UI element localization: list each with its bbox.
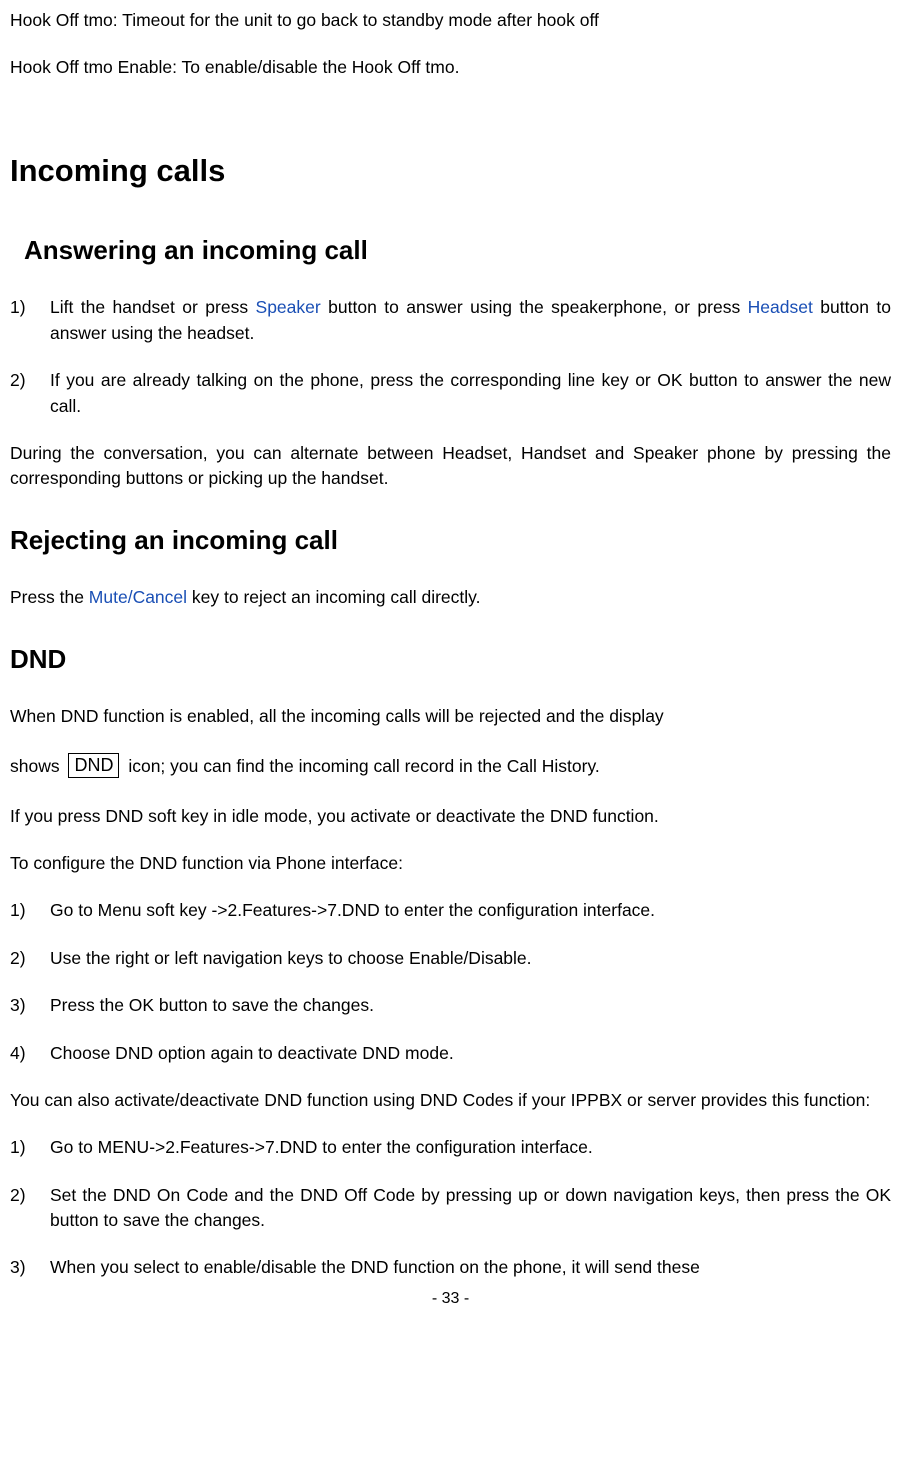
- answering-item-2: 2) If you are already talking on the pho…: [10, 368, 891, 419]
- list-number: 2): [10, 946, 50, 971]
- dnd-para-3: To configure the DND function via Phone …: [10, 851, 891, 876]
- list-text: Choose DND option again to deactivate DN…: [50, 1041, 891, 1066]
- dnd-codes-item-1: 1) Go to MENU->2.Features->7.DND to ente…: [10, 1135, 891, 1160]
- dnd-para-1a: When DND function is enabled, all the in…: [10, 704, 891, 729]
- dnd-codes-item-2: 2) Set the DND On Code and the DND Off C…: [10, 1183, 891, 1234]
- rejecting-para: Press the Mute/Cancel key to reject an i…: [10, 585, 891, 610]
- dnd-config-item-3: 3) Press the OK button to save the chang…: [10, 993, 891, 1018]
- heading-rejecting: Rejecting an incoming call: [10, 522, 891, 560]
- list-number: 1): [10, 295, 50, 346]
- dnd-config-item-2: 2) Use the right or left navigation keys…: [10, 946, 891, 971]
- list-number: 2): [10, 368, 50, 419]
- list-number: 1): [10, 1135, 50, 1160]
- list-text: If you are already talking on the phone,…: [50, 368, 891, 419]
- list-text: When you select to enable/disable the DN…: [50, 1255, 891, 1280]
- text-fragment: Press the: [10, 587, 89, 607]
- text-fragment: shows: [10, 756, 64, 776]
- list-number: 3): [10, 1255, 50, 1280]
- list-text: Go to MENU->2.Features->7.DND to enter t…: [50, 1135, 891, 1160]
- dnd-para-1b: shows DND icon; you can find the incomin…: [10, 754, 891, 780]
- answering-para: During the conversation, you can alterna…: [10, 441, 891, 492]
- dnd-para-2: If you press DND soft key in idle mode, …: [10, 804, 891, 829]
- headset-link[interactable]: Headset: [748, 297, 813, 317]
- page-number: - 33 -: [10, 1287, 891, 1310]
- text-fragment: Lift the handset or press: [50, 297, 256, 317]
- text-fragment: button to answer using the speakerphone,…: [321, 297, 748, 317]
- dnd-config-item-1: 1) Go to Menu soft key ->2.Features->7.D…: [10, 898, 891, 923]
- intro-para-1: Hook Off tmo: Timeout for the unit to go…: [10, 8, 891, 33]
- list-text: Lift the handset or press Speaker button…: [50, 295, 891, 346]
- dnd-config-item-4: 4) Choose DND option again to deactivate…: [10, 1041, 891, 1066]
- speaker-link[interactable]: Speaker: [256, 297, 321, 317]
- text-fragment: key to reject an incoming call directly.: [187, 587, 480, 607]
- answering-item-1: 1) Lift the handset or press Speaker but…: [10, 295, 891, 346]
- list-number: 4): [10, 1041, 50, 1066]
- list-number: 1): [10, 898, 50, 923]
- mute-cancel-link[interactable]: Mute/Cancel: [89, 587, 187, 607]
- intro-para-2: Hook Off tmo Enable: To enable/disable t…: [10, 55, 891, 80]
- list-text: Set the DND On Code and the DND Off Code…: [50, 1183, 891, 1234]
- heading-incoming-calls: Incoming calls: [10, 149, 891, 194]
- text-fragment: icon; you can find the incoming call rec…: [123, 756, 599, 776]
- heading-answering: Answering an incoming call: [24, 232, 891, 270]
- list-number: 2): [10, 1183, 50, 1234]
- list-number: 3): [10, 993, 50, 1018]
- list-text: Use the right or left navigation keys to…: [50, 946, 891, 971]
- heading-dnd: DND: [10, 641, 891, 679]
- list-text: Press the OK button to save the changes.: [50, 993, 891, 1018]
- list-text: Go to Menu soft key ->2.Features->7.DND …: [50, 898, 891, 923]
- dnd-para-4: You can also activate/deactivate DND fun…: [10, 1088, 891, 1113]
- dnd-icon: DND: [68, 753, 119, 778]
- dnd-codes-item-3: 3) When you select to enable/disable the…: [10, 1255, 891, 1280]
